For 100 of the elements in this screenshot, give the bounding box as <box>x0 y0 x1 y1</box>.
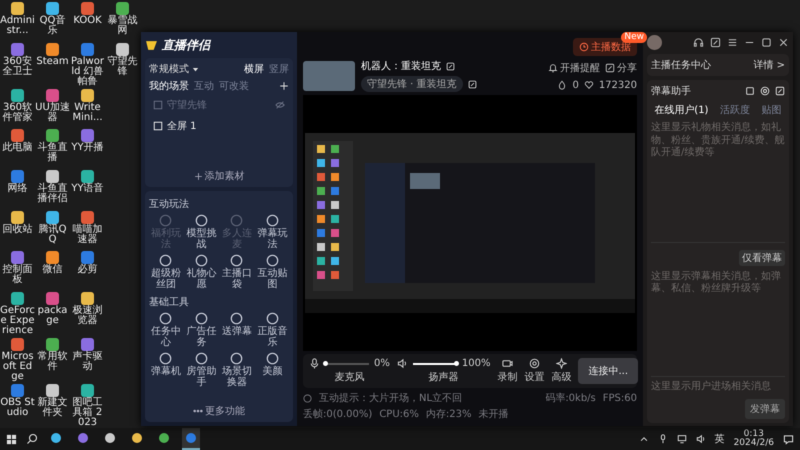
input-method[interactable]: 英 <box>714 432 725 446</box>
desktop-shortcut[interactable]: 新建文件夹 <box>35 382 70 428</box>
app-tile-icon <box>46 2 59 15</box>
danmu-tab[interactable]: 贴图 <box>762 103 782 117</box>
send-button[interactable]: 发弹幕 <box>745 399 785 419</box>
notification-icon[interactable] <box>783 434 794 444</box>
scene-item[interactable]: 全屏 1 <box>149 117 289 135</box>
edit-icon[interactable] <box>446 62 455 70</box>
speaker-icon[interactable] <box>696 434 706 444</box>
orientation-tab[interactable]: 横屏 <box>244 62 264 76</box>
comment-hint: 这里显示弹幕相关消息，如弹幕、私信、粉丝牌升级等 <box>651 270 782 296</box>
scene-tab[interactable]: 可改装 <box>219 79 249 93</box>
danmu-tab[interactable]: 在线用户(1) <box>654 103 708 117</box>
desktop-shortcut[interactable]: 微信 <box>35 249 70 290</box>
desktop-shortcut[interactable]: WriteMini... <box>70 86 105 128</box>
desktop-shortcut[interactable]: 守望先锋 <box>105 40 140 87</box>
eye-off-icon[interactable] <box>275 100 285 110</box>
microphone-icon <box>309 358 320 369</box>
reminder-link[interactable]: 开播提醒 <box>548 60 600 74</box>
orientation-tab[interactable]: 竖屏 <box>269 62 289 76</box>
task-center-label: 主播任务中心 <box>651 58 711 72</box>
add-source-button[interactable]: 添加素材 <box>194 169 244 183</box>
connect-button[interactable]: 连接中... <box>578 358 638 384</box>
feature-button[interactable]: 送弹幕 <box>220 312 254 348</box>
feature-button[interactable]: 弹幕玩法 <box>256 214 289 250</box>
desktop-shortcut[interactable]: Microsoft Edge <box>0 336 35 382</box>
desktop-shortcut[interactable]: 腾讯QQ <box>35 208 70 250</box>
desktop-shortcut[interactable]: Palworld 幻兽帕鲁 <box>70 40 105 87</box>
desktop-shortcut[interactable]: 此电脑 <box>0 127 35 168</box>
taskbar-app[interactable] <box>182 428 200 450</box>
scene-tab[interactable]: 互动 <box>194 79 214 93</box>
windows-logo-icon[interactable] <box>6 434 17 444</box>
desktop-shortcut[interactable]: YY开播 <box>70 127 105 168</box>
close-icon[interactable] <box>778 37 789 48</box>
desktop-shortcut[interactable]: 极速浏览器 <box>70 290 105 336</box>
desktop-shortcut[interactable]: 图吧工具箱 2023 <box>70 382 105 428</box>
menu-icon[interactable] <box>727 37 738 48</box>
share-link[interactable]: 分享 <box>605 60 637 74</box>
desktop-shortcut[interactable]: 回收站 <box>0 208 35 250</box>
toolbar-button[interactable]: 录制 <box>497 358 518 384</box>
feature-button[interactable]: 房管助手 <box>184 352 218 388</box>
message-input[interactable]: 这里显示用户进场相关消息 <box>651 376 785 396</box>
desktop-shortcut[interactable]: 斗鱼直播伴侣 <box>35 168 70 209</box>
feature-button[interactable]: 礼物心愿 <box>184 254 218 290</box>
desktop-shortcut[interactable]: 斗鱼直播 <box>35 127 70 168</box>
fans-count: 172320 <box>598 80 637 90</box>
desktop-shortcut[interactable]: 喵喵加速器 <box>70 208 105 250</box>
desktop-shortcut[interactable]: KOOK <box>70 0 105 41</box>
desktop-shortcut[interactable]: UU加速器 <box>35 86 70 128</box>
toolbar-button[interactable]: 设置 <box>524 358 544 384</box>
search-icon[interactable] <box>26 433 38 445</box>
edit-icon[interactable] <box>468 80 477 88</box>
feature-button[interactable]: 美颜 <box>256 352 289 388</box>
avatar[interactable] <box>647 35 662 50</box>
circle-icon <box>266 312 279 325</box>
desktop-shortcut[interactable]: 暴雪战网 <box>105 0 140 41</box>
details-link[interactable]: 详情 > <box>753 58 785 72</box>
feature-button[interactable]: 广告任务 <box>184 312 218 348</box>
desktop-shortcut[interactable]: 声卡驱动 <box>70 336 105 382</box>
gear-icon[interactable] <box>760 86 770 96</box>
desktop-shortcut[interactable]: 常用软件 <box>35 336 70 382</box>
square-icon[interactable] <box>745 86 755 96</box>
feature-button[interactable]: 模型挑战 <box>184 214 218 250</box>
feature-button[interactable]: 互动贴图 <box>256 254 289 290</box>
circle-icon <box>266 352 279 365</box>
desktop-shortcut[interactable]: 必剪 <box>70 249 105 290</box>
logo-icon <box>145 38 158 52</box>
desktop-shortcut[interactable]: QQ音乐 <box>35 0 70 41</box>
feature-button[interactable]: 场景切换器 <box>220 352 254 388</box>
desktop-shortcut[interactable]: package <box>35 290 70 336</box>
stream-title: 机器人：重装坦克 <box>361 60 441 73</box>
feature-button[interactable]: 弹幕机 <box>149 352 182 388</box>
desktop-shortcut[interactable]: 360软件管家 <box>0 86 35 128</box>
toolbar-button[interactable]: 高级 <box>551 358 572 384</box>
feature-button[interactable]: 任务中心 <box>149 312 182 348</box>
circle-icon <box>194 312 208 325</box>
feature-button[interactable]: 主播口袋 <box>220 254 254 290</box>
headset-icon[interactable] <box>693 37 704 48</box>
scene-tab[interactable]: 我的场景 <box>149 79 189 93</box>
desktop-shortcut[interactable]: GeForce Experience <box>0 290 35 336</box>
filter-button[interactable]: 仅看弹幕 <box>739 250 785 266</box>
monitor-icon[interactable] <box>676 434 687 444</box>
desktop-shortcut[interactable]: OBS Studio <box>0 382 35 428</box>
mode-dropdown[interactable]: 常规模式 <box>149 62 200 76</box>
desktop-shortcut[interactable]: Steam <box>35 40 70 87</box>
danmu-tab[interactable]: 活跃度 <box>720 103 750 117</box>
gear-icon <box>528 358 540 369</box>
plus-icon <box>194 172 202 180</box>
app-tile-icon <box>46 129 59 142</box>
desktop-shortcut[interactable]: 网络 <box>0 168 35 209</box>
feature-button[interactable]: 超级粉丝团 <box>149 254 182 290</box>
desktop-shortcut[interactable]: 360安全卫士 <box>0 40 35 87</box>
plus-icon[interactable] <box>279 81 289 91</box>
desktop-shortcut[interactable]: 控制面板 <box>0 249 35 290</box>
desktop-shortcut[interactable]: Administr... <box>0 0 35 41</box>
maximize-icon[interactable] <box>761 37 772 48</box>
feature-button[interactable]: 正版音乐 <box>256 312 289 348</box>
desktop-shortcut[interactable]: YY语音 <box>70 168 105 209</box>
more-button[interactable]: 更多功能 <box>193 404 245 418</box>
taskbar-clock[interactable]: 0:13 2024/2/6 <box>734 430 774 448</box>
